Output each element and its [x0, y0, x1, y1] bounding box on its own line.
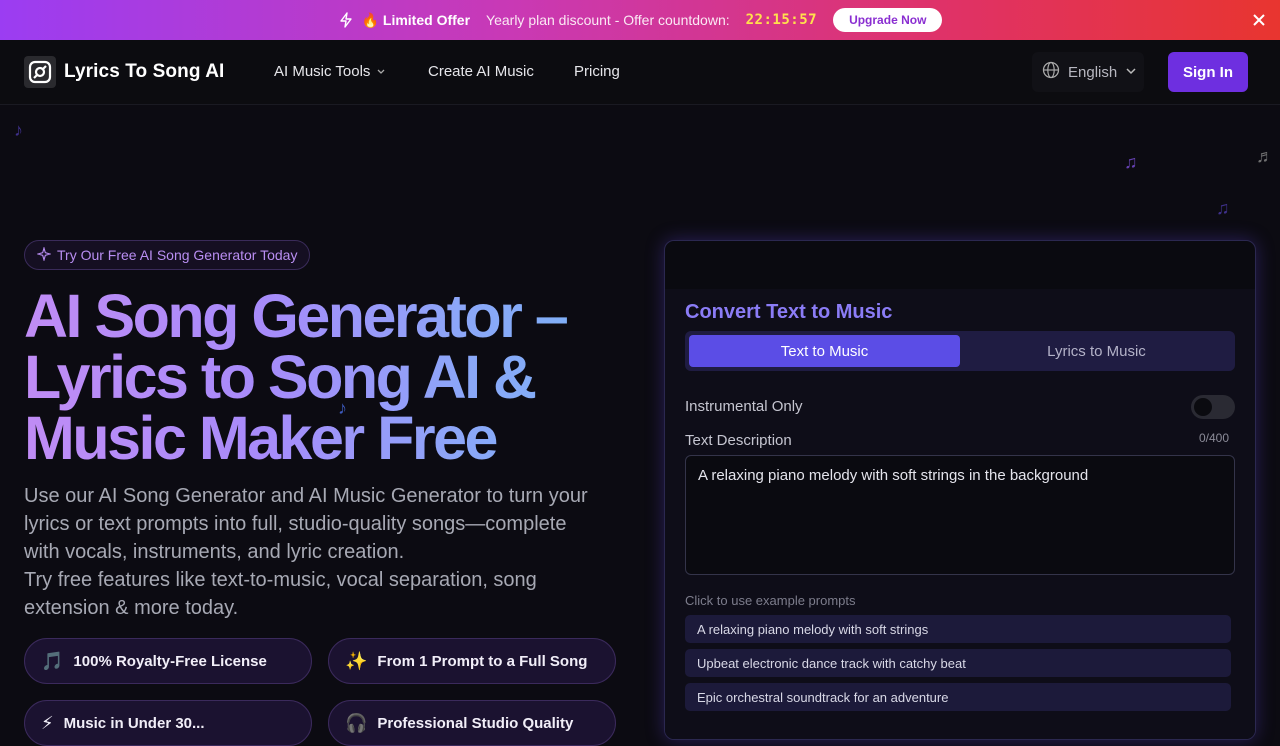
card-title: Convert Text to Music — [685, 301, 893, 323]
toggle-knob — [1194, 398, 1212, 416]
hero-description-paragraph: Try free features like text-to-music, vo… — [24, 569, 537, 619]
lightning-icon — [338, 12, 354, 28]
globe-icon — [1042, 61, 1060, 83]
nav-item-label: Pricing — [574, 63, 620, 80]
hero-title-line: AI Song Generator – — [24, 282, 567, 350]
feature-pill-full-song: ✨ From 1 Prompt to a Full Song — [328, 638, 616, 684]
free-trial-badge[interactable]: Try Our Free AI Song Generator Today — [24, 240, 311, 270]
music-note-icon: 🎵 — [41, 650, 64, 671]
instrumental-toggle[interactable] — [1191, 395, 1235, 419]
hero-title-line: Lyrics to Song AI & — [24, 343, 535, 411]
chevron-down-icon — [376, 63, 386, 80]
instrumental-only-label: Instrumental Only — [685, 398, 803, 415]
feature-pill-speed: ⚡ Music in Under 30... — [24, 700, 312, 746]
lightning-icon: ⚡ — [41, 712, 54, 733]
nav-create-ai-music[interactable]: Create AI Music — [428, 63, 534, 80]
text-description-label: Text Description — [685, 432, 792, 449]
text-description-input[interactable]: A relaxing piano melody with soft string… — [685, 455, 1235, 575]
hero-description-paragraph: Use our AI Song Generator and AI Music G… — [24, 485, 588, 563]
feature-label: Professional Studio Quality — [377, 714, 574, 732]
hero-title: AI Song Generator – Lyrics to Song AI & … — [24, 286, 624, 469]
example-prompt[interactable]: A relaxing piano melody with soft string… — [685, 615, 1231, 643]
music-note-icon: ♫ — [1216, 198, 1230, 218]
hero-title-line: Music Maker Free — [24, 404, 496, 472]
music-note-icon: ♪ — [14, 120, 23, 140]
sparkles-icon: ✨ — [345, 650, 368, 671]
feature-label: 100% Royalty-Free License — [73, 652, 267, 670]
hero-description: Use our AI Song Generator and AI Music G… — [24, 482, 594, 622]
feature-label: Music in Under 30... — [63, 714, 205, 732]
badge-label: Try Our Free AI Song Generator Today — [57, 247, 298, 263]
music-note-icon: ♫ — [1124, 152, 1138, 172]
sign-in-button[interactable]: Sign In — [1168, 52, 1248, 92]
feature-pill-studio-quality: 🎧 Professional Studio Quality — [328, 700, 616, 746]
music-note-icon: ♬ — [1256, 146, 1274, 166]
promo-banner: 🔥 Limited Offer Yearly plan discount - O… — [0, 0, 1280, 40]
headphones-icon: 🎧 — [345, 712, 368, 733]
brand-name[interactable]: Lyrics To Song AI — [64, 61, 224, 83]
upgrade-now-button[interactable]: Upgrade Now — [833, 8, 943, 32]
nav-pricing[interactable]: Pricing — [574, 63, 620, 80]
language-label: English — [1068, 63, 1118, 81]
tab-lyrics-to-music[interactable]: Lyrics to Music — [961, 335, 1232, 367]
offer-countdown: 22:15:57 — [745, 12, 818, 28]
example-prompt[interactable]: Epic orchestral soundtrack for an advent… — [685, 683, 1231, 711]
nav-item-label: AI Music Tools — [274, 63, 371, 80]
feature-label: From 1 Prompt to a Full Song — [377, 652, 588, 670]
close-icon[interactable] — [1250, 11, 1268, 29]
example-prompts-hint: Click to use example prompts — [685, 593, 856, 608]
mode-tabs: Text to Music Lyrics to Music — [685, 331, 1235, 371]
tab-text-to-music[interactable]: Text to Music — [689, 335, 960, 367]
limited-offer-label: 🔥 Limited Offer — [361, 11, 471, 28]
sparkle-icon — [35, 245, 53, 264]
nav-ai-music-tools[interactable]: AI Music Tools — [274, 63, 386, 80]
chevron-down-icon — [1125, 64, 1137, 81]
logo-icon[interactable] — [24, 56, 56, 88]
offer-message: Yearly plan discount - Offer countdown: — [486, 12, 730, 28]
example-prompt[interactable]: Upbeat electronic dance track with catch… — [685, 649, 1231, 677]
language-selector[interactable]: English — [1032, 52, 1144, 92]
feature-pill-royalty-free: 🎵 100% Royalty-Free License — [24, 638, 312, 684]
generator-card: Convert Text to Music Text to Music Lyri… — [664, 240, 1256, 740]
character-counter: 0/400 — [1199, 431, 1230, 445]
nav-item-label: Create AI Music — [428, 63, 534, 80]
